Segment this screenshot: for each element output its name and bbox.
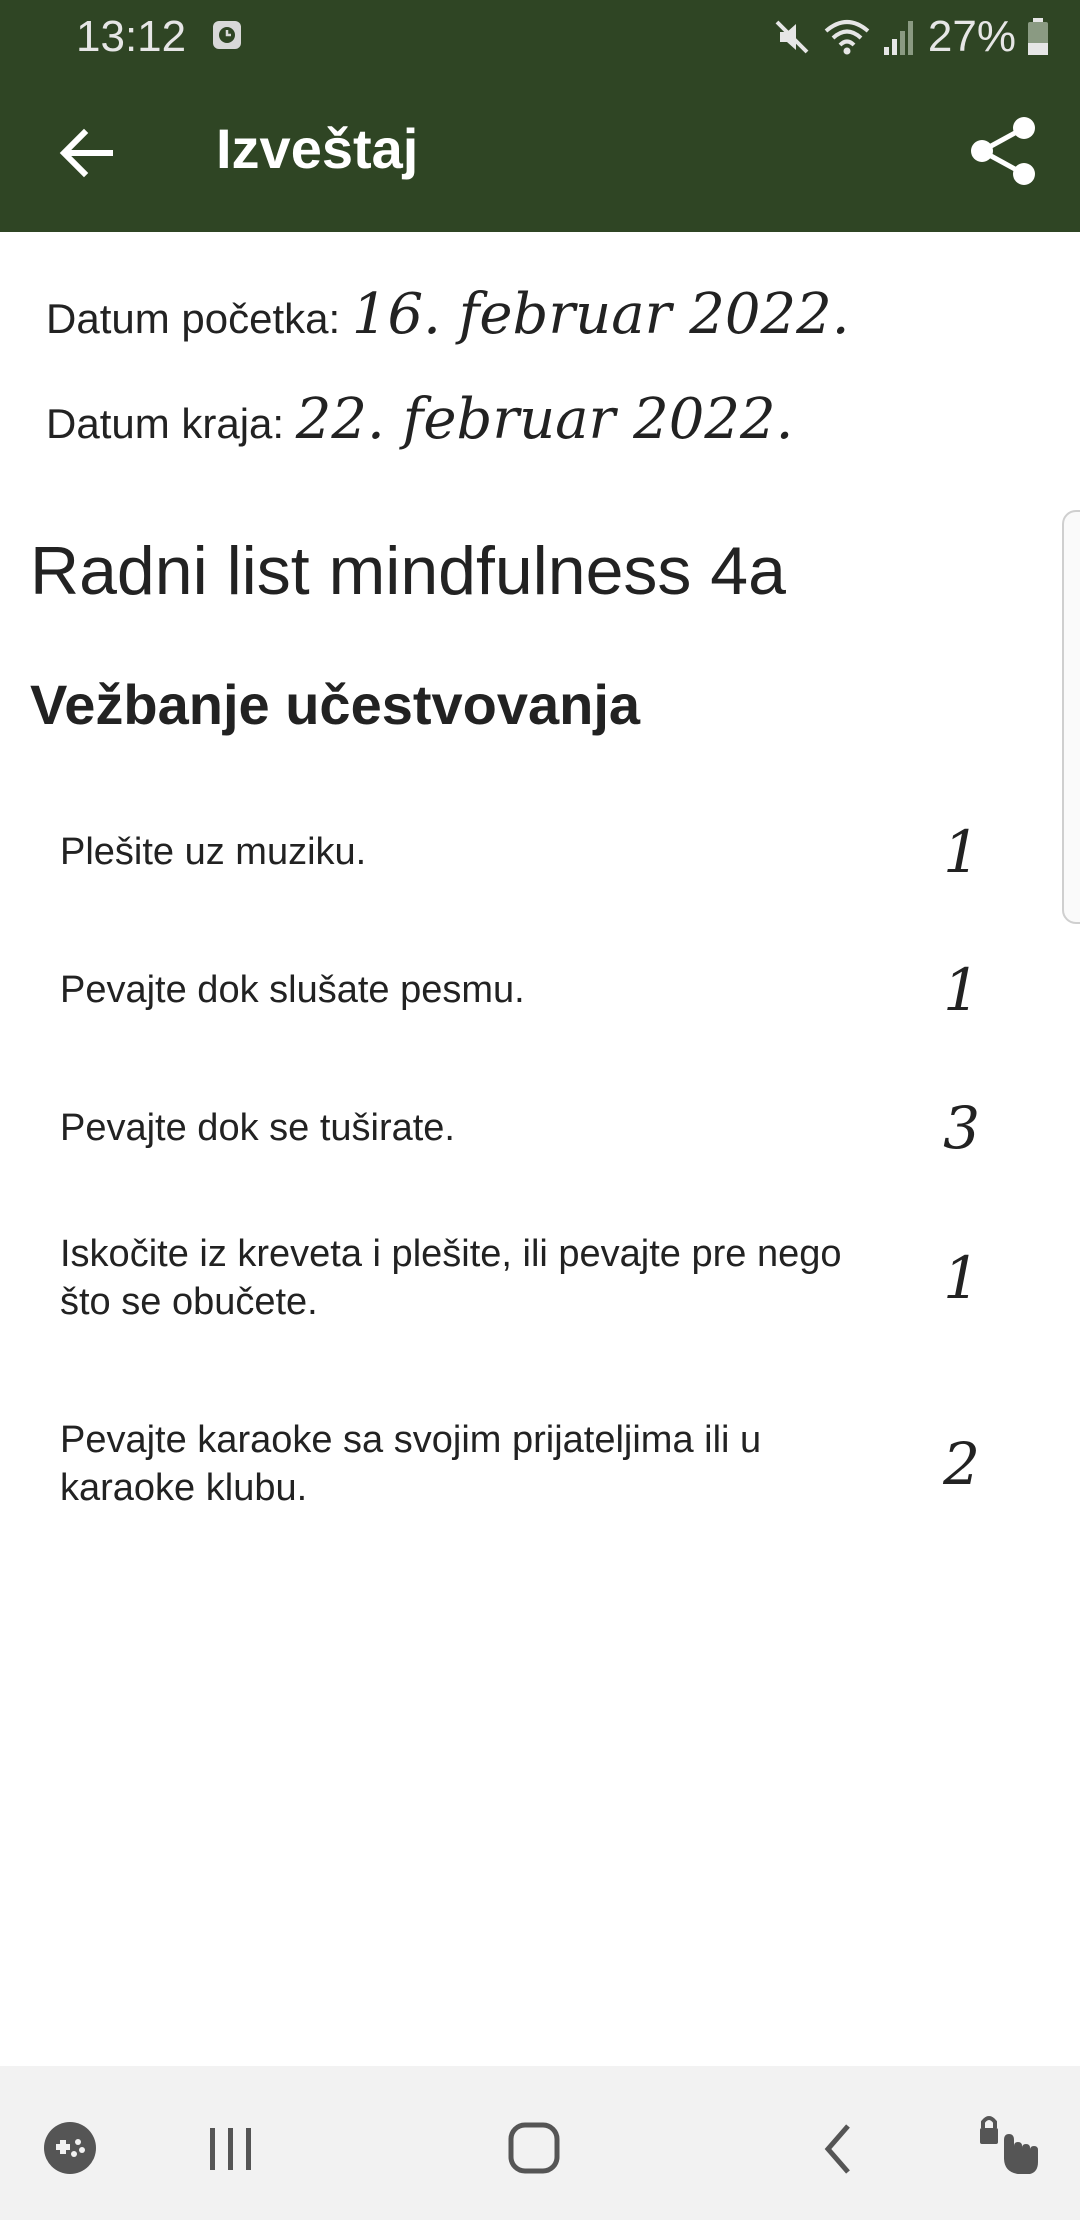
- section-title: Vežbanje učestvovanja: [30, 673, 641, 736]
- battery-icon: [1028, 18, 1048, 55]
- game-launcher-icon[interactable]: [42, 2120, 98, 2176]
- share-icon[interactable]: [966, 114, 1040, 188]
- start-date-value: 16. februar 2022.: [351, 282, 850, 347]
- back-arrow-icon[interactable]: [52, 118, 122, 188]
- start-date: Datum početka: 16. februar 2022.: [46, 282, 850, 347]
- status-indicators: 27%: [772, 12, 1050, 62]
- mute-icon: [775, 20, 809, 54]
- status-bar: 13:12 27%: [0, 0, 1080, 74]
- alarm-icon: [213, 21, 241, 49]
- item-text: Pevajte dok se tuširate.: [60, 1107, 455, 1149]
- app-bar: Izveštaj: [0, 74, 1080, 232]
- accessibility-lock-icon[interactable]: [974, 2114, 1044, 2180]
- status-time: 13:12: [76, 12, 187, 61]
- list-item: Pevajte karaoke sa svojim prijateljima i…: [60, 1416, 1020, 1512]
- item-text: Pevajte karaoke sa svojim prijateljima i…: [60, 1419, 762, 1509]
- page-title: Izveštaj: [216, 117, 419, 180]
- item-count: 1: [943, 1244, 980, 1312]
- item-text: Plešite uz muziku.: [60, 831, 367, 873]
- worksheet-title: Radni list mindfulness 4a: [30, 533, 786, 609]
- list-item: Iskočite iz kreveta i plešite, ili pevaj…: [60, 1230, 1020, 1326]
- end-date: Datum kraja: 22. februar 2022.: [46, 387, 793, 452]
- item-count: 1: [943, 818, 980, 886]
- battery-percent: 27%: [927, 12, 1016, 61]
- end-date-value: 22. februar 2022.: [295, 387, 794, 452]
- wifi-icon: [824, 20, 870, 55]
- recent-apps-icon[interactable]: [206, 2126, 256, 2172]
- home-icon[interactable]: [508, 2122, 560, 2174]
- signal-icon: [883, 21, 913, 55]
- system-nav-bar: [0, 2066, 1080, 2220]
- side-scroll-handle[interactable]: [1062, 510, 1080, 924]
- start-date-label: Datum početka:: [46, 295, 341, 342]
- list-item: Pevajte dok slušate pesmu. 1: [60, 950, 1020, 1030]
- item-count: 2: [943, 1430, 980, 1498]
- item-text: Pevajte dok slušate pesmu.: [60, 969, 525, 1011]
- item-count: 3: [943, 1094, 980, 1162]
- list-item: Plešite uz muziku. 1: [60, 812, 1020, 892]
- list-item: Pevajte dok se tuširate. 3: [60, 1088, 1020, 1168]
- end-date-label: Datum kraja:: [46, 400, 285, 447]
- item-count: 1: [943, 956, 980, 1024]
- back-nav-icon[interactable]: [820, 2122, 856, 2176]
- item-text: Iskočite iz kreveta i plešite, ili pevaj…: [60, 1233, 842, 1323]
